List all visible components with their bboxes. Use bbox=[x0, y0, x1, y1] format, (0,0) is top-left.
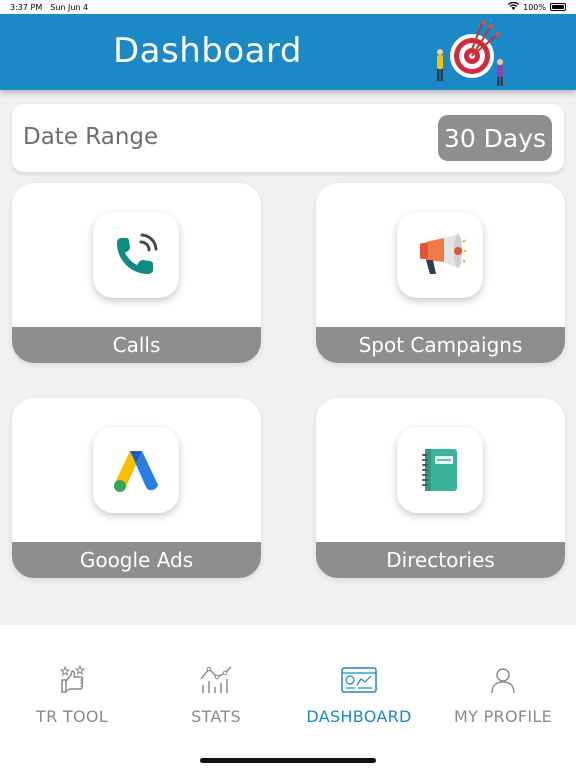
phone-icon bbox=[93, 212, 179, 298]
bottom-nav: TR TOOL STATS DASHBOARD MY PROFILE bbox=[0, 625, 576, 768]
notebook-icon bbox=[397, 427, 483, 513]
status-bar: 3:37 PM Sun Jun 4 100% bbox=[0, 0, 576, 14]
nav-label-my-profile: MY PROFILE bbox=[454, 707, 552, 726]
page-title: Dashboard bbox=[113, 31, 302, 71]
status-date: Sun Jun 4 bbox=[50, 2, 89, 12]
directories-tile-label: Directories bbox=[316, 542, 565, 578]
thumbs-up-icon bbox=[52, 663, 92, 697]
date-range-label: Date Range bbox=[23, 124, 159, 150]
status-time: 3:37 PM bbox=[10, 2, 43, 12]
date-range-card: Date Range 30 Days bbox=[12, 104, 564, 172]
spot-campaigns-tile[interactable]: Spot Campaigns bbox=[316, 183, 565, 363]
nav-item-my-profile[interactable]: MY PROFILE bbox=[433, 663, 573, 733]
battery-percent: 100% bbox=[523, 2, 546, 12]
calls-tile[interactable]: Calls bbox=[12, 183, 261, 363]
app-header: Dashboard bbox=[0, 14, 576, 90]
home-indicator[interactable] bbox=[200, 758, 376, 763]
google-ads-tile[interactable]: Google Ads bbox=[12, 398, 261, 578]
nav-item-tr-tool[interactable]: TR TOOL bbox=[2, 663, 142, 733]
profile-icon bbox=[483, 663, 523, 697]
stats-icon bbox=[196, 663, 236, 697]
calls-tile-label: Calls bbox=[12, 327, 261, 363]
spot-campaigns-tile-label: Spot Campaigns bbox=[316, 327, 565, 363]
wifi-icon bbox=[508, 1, 520, 12]
date-range-button[interactable]: 30 Days bbox=[438, 115, 552, 161]
battery-icon bbox=[550, 3, 566, 11]
nav-item-dashboard[interactable]: DASHBOARD bbox=[289, 663, 429, 733]
target-illustration-icon bbox=[437, 20, 503, 86]
megaphone-icon bbox=[397, 212, 483, 298]
nav-label-stats: STATS bbox=[191, 707, 241, 726]
google-ads-tile-label: Google Ads bbox=[12, 542, 261, 578]
dashboard-icon bbox=[339, 663, 379, 697]
google-ads-icon bbox=[93, 427, 179, 513]
directories-tile[interactable]: Directories bbox=[316, 398, 565, 578]
nav-item-stats[interactable]: STATS bbox=[146, 663, 286, 733]
nav-label-tr-tool: TR TOOL bbox=[36, 707, 108, 726]
nav-label-dashboard: DASHBOARD bbox=[306, 707, 412, 726]
